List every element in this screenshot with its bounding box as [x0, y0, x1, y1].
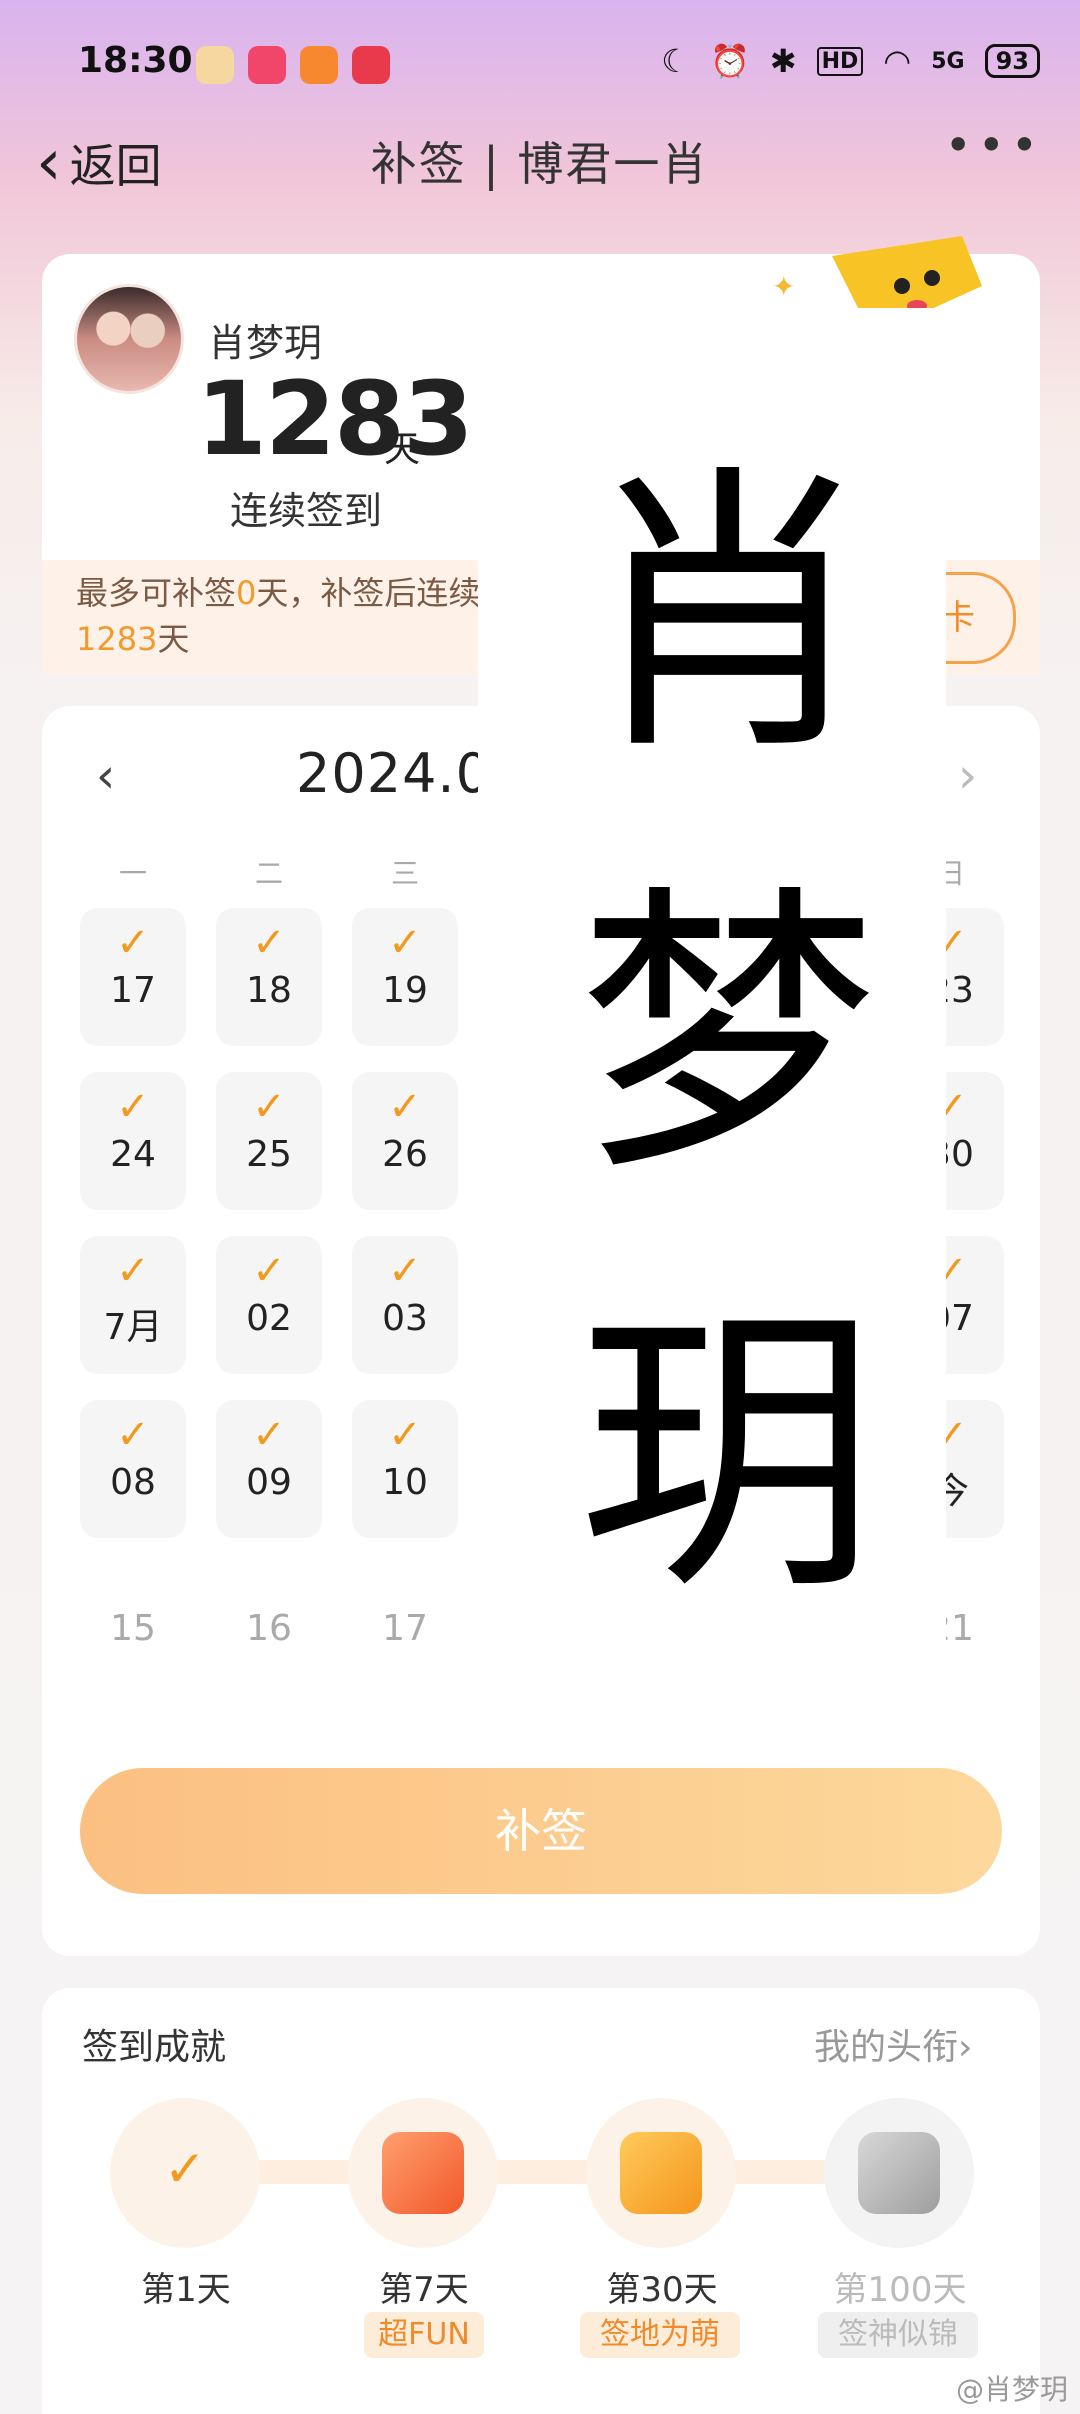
check-icon: ✓ [252, 920, 286, 966]
day-number: 03 [382, 1298, 428, 1339]
badge-day-30[interactable] [586, 2098, 736, 2248]
check-icon: ✓ [252, 1412, 286, 1458]
badge-label: 第100天 [833, 2270, 967, 2310]
status-icons: ☾ ⏰ ✱ HD ◠ 5G 93 [661, 42, 1040, 80]
day-number: 10 [382, 1462, 428, 1503]
weekday-label: 三 [390, 857, 419, 890]
day-number: 17 [110, 970, 156, 1011]
weibo-app-icon [196, 46, 234, 84]
my-titles-link[interactable]: 我的头衔› [814, 2018, 972, 2070]
calendar-day[interactable]: ✓ 10 [352, 1400, 458, 1538]
day-number: 18 [246, 970, 292, 1011]
badge-label: 第1天 [141, 2270, 231, 2310]
calendar-day[interactable]: ✓ 08 [80, 1400, 186, 1538]
calendar-day[interactable]: ✓ 18 [216, 908, 322, 1046]
watermark: @肖梦玥 [955, 2373, 1068, 2406]
streak-label: 连续签到 [230, 489, 383, 533]
alarm-icon: ⏰ [709, 42, 750, 80]
banner-prefix: 最多可补签 [76, 574, 237, 612]
day-number: 7月 [103, 1307, 163, 1348]
calendar-day[interactable]: ✓ 09 [216, 1400, 322, 1538]
achievement-track [186, 2160, 896, 2184]
check-icon: ✓ [388, 1248, 422, 1294]
day-number: 26 [382, 1134, 428, 1175]
day-number: 09 [246, 1462, 292, 1503]
calendar-day[interactable]: ✓ 03 [352, 1236, 458, 1374]
next-month-button[interactable]: › [958, 748, 977, 804]
check-icon: ✓ [116, 1084, 150, 1130]
badge-label: 第30天 [606, 2270, 718, 2310]
battery-indicator: 93 [984, 44, 1040, 78]
check-icon: ✓ [252, 1248, 286, 1294]
day-number: 19 [382, 970, 428, 1011]
more-menu-icon[interactable]: ••• [945, 118, 1044, 172]
calendar-day[interactable]: ✓ 26 [352, 1072, 458, 1210]
banner-suffix: 天 [157, 620, 190, 658]
page-title: 补签 | 博君一肖 [370, 137, 710, 191]
check-icon: ✓ [116, 1412, 150, 1458]
check-icon: ✓ [388, 1412, 422, 1458]
100-days-badge-icon [858, 2132, 940, 2214]
check-icon: ✓ [252, 1084, 286, 1130]
future-day: 16 [246, 1608, 292, 1649]
shopping-app-icon [352, 46, 390, 84]
status-bar: 18:30 ☾ ⏰ ✱ HD ◠ 5G 93 [0, 0, 1080, 130]
weekday-label: 一 [118, 857, 147, 890]
badge-tag: 签地为萌 [580, 2312, 740, 2358]
status-time: 18:30 [78, 40, 193, 81]
my-titles-label: 我的头衔 [814, 2027, 959, 2068]
makeup-info-text: 最多可补签0天，补签后连续 1283天 [76, 570, 546, 662]
badge-label: 第7天 [379, 2270, 469, 2310]
overlay-char: 梦 [578, 861, 878, 1210]
check-icon: ✓ [388, 920, 422, 966]
overlay-char: 玥 [578, 1281, 878, 1630]
username: 肖梦玥 [208, 321, 323, 365]
check-icon: ✓ [388, 1084, 422, 1130]
badge-day-1[interactable]: ✓ [110, 2098, 260, 2248]
hd-icon: HD [816, 46, 864, 76]
avatar[interactable] [74, 284, 184, 394]
future-day: 15 [110, 1608, 156, 1649]
day-number: 24 [110, 1134, 156, 1175]
banner-count: 0 [236, 574, 257, 612]
chevron-right-icon: › [958, 2027, 973, 2068]
wifi-icon: ◠ [883, 42, 912, 80]
banner-days: 1283 [76, 620, 158, 658]
makeup-sign-button[interactable]: 补签 [80, 1768, 1002, 1894]
calendar-day[interactable]: ✓ 24 [80, 1072, 186, 1210]
calendar-day[interactable]: ✓ 02 [216, 1236, 322, 1374]
weekday-label: 二 [254, 857, 283, 890]
badge-tag: 超FUN [364, 2312, 484, 2358]
overlay-char: 肖 [578, 441, 878, 790]
day-number: 02 [246, 1298, 292, 1339]
consecutive-days-count: 1283 [196, 360, 474, 479]
days-unit: 天 [384, 429, 421, 470]
check-icon: ✓ [116, 1248, 150, 1294]
day-number: 25 [246, 1134, 292, 1175]
calendar-day[interactable]: ✓ 25 [216, 1072, 322, 1210]
bluetooth-icon: ✱ [769, 42, 797, 80]
badge-day-100[interactable] [824, 2098, 974, 2248]
calendar-day[interactable]: ✓ 7月 [80, 1236, 186, 1374]
check-icon: ✓ [116, 920, 150, 966]
signal-label: 5G [931, 48, 965, 74]
achievements-title: 签到成就 [82, 2027, 227, 2068]
banner-middle: 天，补签后连续 [256, 574, 481, 612]
prev-month-button[interactable]: ‹ [96, 748, 115, 804]
future-day: 17 [382, 1608, 428, 1649]
badge-tag: 签神似锦 [818, 2312, 978, 2358]
moon-icon: ☾ [661, 42, 690, 80]
book-app-icon [300, 46, 338, 84]
check-icon: ✓ [164, 2140, 206, 2198]
day-number: 08 [110, 1462, 156, 1503]
app-notification-icon [248, 46, 286, 84]
calendar-day[interactable]: ✓ 19 [352, 908, 458, 1046]
30-days-badge-icon [620, 2132, 702, 2214]
sparkle-icon: ✦ [772, 270, 796, 303]
badge-day-7[interactable] [348, 2098, 498, 2248]
hand-badge-icon [382, 2132, 464, 2214]
calendar-day[interactable]: ✓ 17 [80, 908, 186, 1046]
